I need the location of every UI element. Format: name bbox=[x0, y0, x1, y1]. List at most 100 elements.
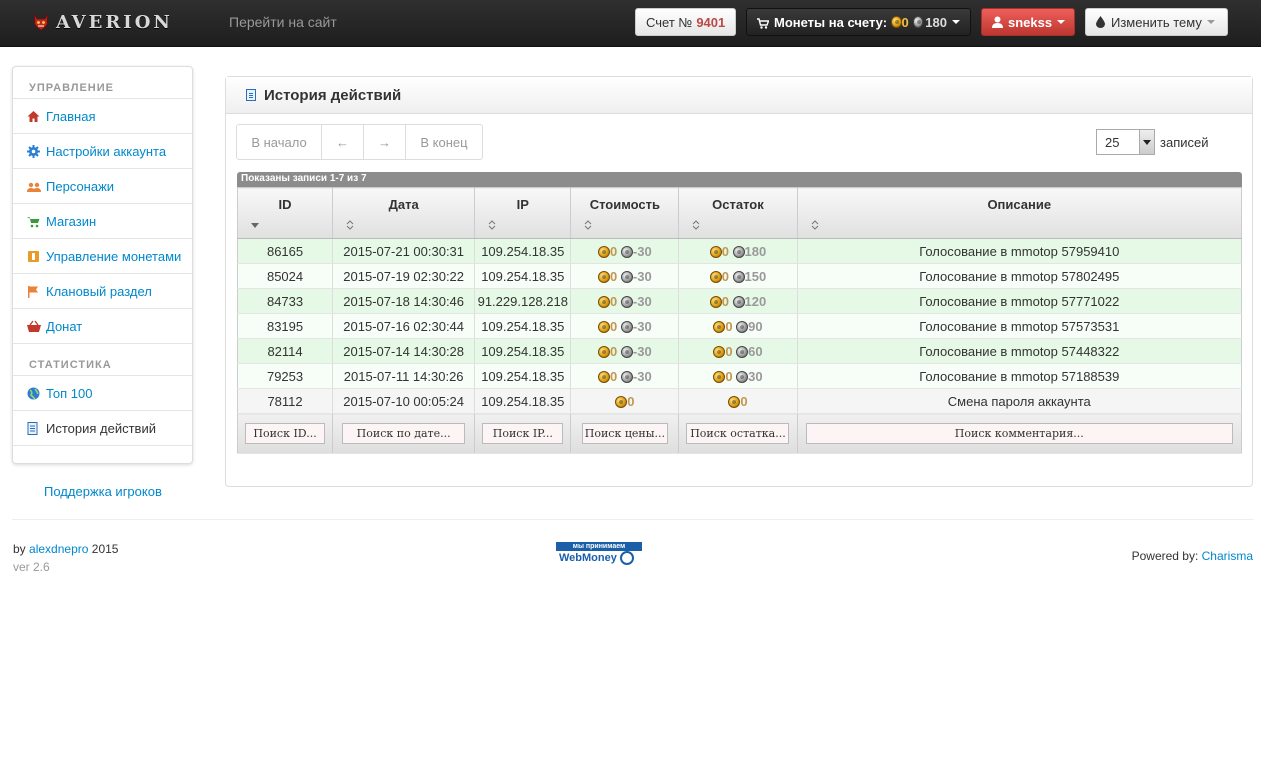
pager-last-button[interactable]: В конец bbox=[406, 125, 482, 159]
table-row[interactable]: 82114 2015-07-14 14:30:28 109.254.18.35 0 -… bbox=[237, 338, 1242, 364]
chevron-down-icon bbox=[1206, 20, 1215, 24]
user-icon bbox=[992, 16, 1003, 28]
column-header-balance[interactable]: Остаток bbox=[678, 187, 798, 239]
records-info: Показаны записи 1-7 из 7 bbox=[237, 172, 1242, 187]
account-button[interactable]: Счет № 9401 bbox=[635, 8, 736, 36]
cell-date: 2015-07-21 00:30:31 bbox=[332, 238, 476, 264]
filter-cell: Поиск ID... bbox=[237, 413, 334, 454]
gold-coin-icon bbox=[891, 16, 902, 28]
per-page-select[interactable]: 25 bbox=[1096, 129, 1155, 155]
gold-coin-icon bbox=[728, 395, 741, 408]
cell-ip: 109.254.18.35 bbox=[474, 363, 572, 389]
filter-date-button[interactable]: Поиск по дате... bbox=[342, 423, 466, 444]
silver-coin-value: 120 bbox=[744, 293, 767, 309]
chevron-down-icon bbox=[1057, 20, 1066, 24]
cell-ip: 109.254.18.35 bbox=[474, 313, 572, 339]
cell-ip: 109.254.18.35 bbox=[474, 263, 572, 289]
column-header-label: Стоимость bbox=[589, 197, 661, 212]
panel-header: История действий bbox=[226, 77, 1252, 114]
silver-coin-value: -30 bbox=[632, 293, 652, 309]
column-header-date[interactable]: Дата bbox=[332, 187, 476, 239]
table-header-row: ID Дата IP Стоимость Остаток Описание bbox=[237, 187, 1242, 239]
pager-prev-button[interactable]: ← bbox=[322, 125, 364, 159]
column-header-ip[interactable]: IP bbox=[474, 187, 572, 239]
sort-desc-icon bbox=[251, 218, 259, 228]
user-menu-button[interactable]: snekss bbox=[981, 8, 1075, 36]
gold-coin-icon bbox=[598, 320, 611, 333]
filter-description-button[interactable]: Поиск комментария... bbox=[805, 423, 1233, 444]
sidebar-item-account-settings[interactable]: Настройки аккаунта bbox=[13, 134, 192, 169]
footer-powered: Powered by: Charisma bbox=[1132, 549, 1253, 563]
sidebar-item-coins[interactable]: Управление монетами bbox=[13, 239, 192, 274]
column-header-description[interactable]: Описание bbox=[797, 187, 1242, 239]
filter-balance-button[interactable]: Поиск остатка... bbox=[686, 423, 790, 444]
cell-balance: 0 180 bbox=[678, 238, 798, 264]
support-link[interactable]: Поддержка игроков bbox=[44, 484, 162, 499]
column-header-label: Остаток bbox=[712, 197, 764, 212]
sidebar-item-shop[interactable]: Магазин bbox=[13, 204, 192, 239]
basket-icon bbox=[27, 320, 41, 333]
chevron-down-icon bbox=[1139, 130, 1154, 154]
footer-credits: by alexdnepro 2015 ver 2.6 bbox=[13, 540, 118, 576]
footer-divider bbox=[12, 519, 1253, 520]
sidebar-item-top100[interactable]: Топ 100 bbox=[13, 376, 192, 411]
cell-id: 82114 bbox=[237, 338, 334, 364]
column-header-label: Описание bbox=[987, 197, 1052, 212]
silver-coin-icon bbox=[620, 370, 633, 383]
sidebar-item-donate[interactable]: Донат bbox=[13, 309, 192, 344]
gear-icon bbox=[27, 144, 40, 158]
users-icon bbox=[27, 180, 41, 193]
charisma-link[interactable]: Charisma bbox=[1202, 549, 1253, 563]
theme-button[interactable]: Изменить тему bbox=[1085, 8, 1228, 36]
sidebar-item-home[interactable]: Главная bbox=[13, 99, 192, 134]
pager-first-button[interactable]: В начало bbox=[237, 125, 322, 159]
coins-button[interactable]: Монеты на счету: 0 180 bbox=[746, 8, 971, 36]
pager-next-button[interactable]: → bbox=[364, 125, 406, 159]
site-link[interactable]: Перейти на сайт bbox=[229, 14, 337, 30]
sidebar-item-characters[interactable]: Персонажи bbox=[13, 169, 192, 204]
table-row[interactable]: 83195 2015-07-16 02:30:44 109.254.18.35 0 -… bbox=[237, 313, 1242, 339]
sort-icon bbox=[692, 218, 700, 230]
sidebar-item-clan[interactable]: Клановый раздел bbox=[13, 274, 192, 309]
gold-coin-icon bbox=[713, 370, 726, 383]
account-label: Счет № bbox=[646, 14, 693, 30]
brand[interactable]: AVERION bbox=[32, 10, 173, 34]
filter-ip-button[interactable]: Поиск IP... bbox=[482, 423, 564, 444]
user-name: snekss bbox=[1008, 14, 1053, 30]
document-icon bbox=[27, 421, 40, 435]
table-row[interactable]: 79253 2015-07-11 14:30:26 109.254.18.35 0 -… bbox=[237, 363, 1242, 389]
column-header-cost[interactable]: Стоимость bbox=[570, 187, 680, 239]
gold-coin-icon bbox=[615, 395, 628, 408]
silver-coin-value: -30 bbox=[632, 343, 652, 359]
author-link[interactable]: alexdnepro bbox=[29, 542, 88, 556]
demon-logo-icon bbox=[32, 13, 50, 31]
webmoney-badge[interactable]: мы принимаем WebMoney bbox=[556, 542, 642, 572]
flag-icon bbox=[27, 285, 40, 298]
cell-description: Голосование в mmotop 57802495 bbox=[797, 263, 1242, 289]
footer-by: by bbox=[13, 542, 26, 556]
table-row[interactable]: 84733 2015-07-18 14:30:46 91.229.128.218 0 … bbox=[237, 288, 1242, 314]
sort-icon bbox=[346, 218, 354, 230]
cart-icon bbox=[757, 17, 770, 29]
silver-coin-icon bbox=[620, 345, 633, 358]
cell-date: 2015-07-16 02:30:44 bbox=[332, 313, 476, 339]
table-row[interactable]: 78112 2015-07-10 00:05:24 109.254.18.35 0 0 С… bbox=[237, 388, 1242, 414]
sidebar-item-history[interactable]: История действий bbox=[13, 411, 192, 446]
table-row[interactable]: 85024 2015-07-19 02:30:22 109.254.18.35 0 -… bbox=[237, 263, 1242, 289]
gold-coin-value: 0 bbox=[610, 368, 618, 384]
filter-cost-button[interactable]: Поиск цены... bbox=[581, 423, 668, 444]
filter-id-button[interactable]: Поиск ID... bbox=[245, 423, 326, 444]
gold-coin-value: 0 bbox=[721, 268, 729, 284]
gold-coin-icon bbox=[598, 370, 611, 383]
top-navbar: AVERION Перейти на сайт Счет № 9401 Моне… bbox=[0, 0, 1261, 47]
gold-coin-value: 0 bbox=[610, 318, 618, 334]
table-row[interactable]: 86165 2015-07-21 00:30:31 109.254.18.35 0 -… bbox=[237, 238, 1242, 264]
cell-description: Смена пароля аккаунта bbox=[797, 388, 1242, 414]
history-table: ID Дата IP Стоимость Остаток Описание 86… bbox=[237, 187, 1242, 454]
column-header-label: IP bbox=[516, 197, 529, 212]
page-title: История действий bbox=[264, 86, 402, 104]
webmoney-label: WebMoney bbox=[559, 552, 617, 564]
column-header-id[interactable]: ID bbox=[237, 187, 334, 239]
per-page-label: записей bbox=[1160, 134, 1209, 150]
gold-coin-value: 0 bbox=[627, 393, 635, 409]
